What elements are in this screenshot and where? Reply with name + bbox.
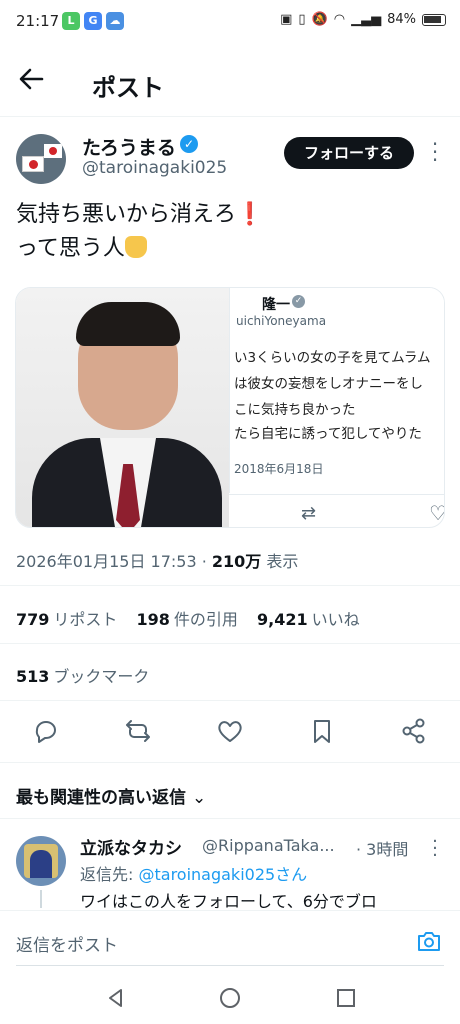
follow-button[interactable]: フォローする bbox=[284, 137, 414, 169]
thread-line bbox=[40, 890, 42, 908]
author-avatar[interactable] bbox=[16, 134, 66, 184]
signal-icon: ▁▃▅ bbox=[351, 12, 382, 27]
verified-badge-icon: ✓ bbox=[180, 135, 198, 153]
cloud-icon: ☁ bbox=[106, 12, 124, 30]
portrait-photo[interactable] bbox=[16, 288, 229, 527]
page-title: ポスト bbox=[92, 74, 164, 102]
embedded-verified-icon: ✓ bbox=[292, 295, 305, 308]
reply-author-handle[interactable]: @RippanaTaka... bbox=[202, 836, 335, 855]
embedded-handle: uichiYoneyama bbox=[236, 314, 327, 328]
share-button[interactable] bbox=[400, 717, 430, 747]
status-bar: 21:17 L G ☁ ▣ ▯ 🔕 ◠ ▁▃▅ 84% bbox=[0, 0, 460, 44]
flag-image bbox=[22, 156, 44, 172]
divider bbox=[0, 643, 460, 644]
status-time: 21:17 bbox=[16, 12, 60, 30]
post-media[interactable]: 隆一 ✓ uichiYoneyama い3くらいの女の子を見てムラム は彼女の妄… bbox=[15, 287, 445, 528]
reply-input[interactable]: 返信をポスト bbox=[16, 931, 118, 956]
raised-hand-emoji-icon bbox=[124, 236, 147, 258]
circle-home-icon bbox=[220, 988, 240, 1008]
exclamation-emoji-icon: ❗ bbox=[236, 202, 264, 227]
wifi-icon: ◠ bbox=[333, 12, 346, 27]
engagement-stats: 779 リポスト 198 件の引用 9,421 いいね bbox=[16, 606, 374, 630]
divider bbox=[0, 585, 460, 586]
composer-underline bbox=[16, 965, 444, 966]
reply-composer: 返信をポスト bbox=[0, 910, 460, 972]
repost-count[interactable]: 779 リポスト bbox=[16, 610, 117, 629]
like-count[interactable]: 9,421 いいね bbox=[257, 610, 360, 629]
repost-icon bbox=[126, 720, 150, 742]
divider bbox=[0, 818, 460, 819]
mute-icon: 🔕 bbox=[311, 12, 328, 27]
flag-image bbox=[44, 144, 62, 158]
reply-avatar-figure bbox=[30, 850, 52, 878]
embedded-text-line: い3くらいの女の子を見てムラム bbox=[234, 350, 431, 366]
post-actions bbox=[0, 715, 460, 751]
bookmark-icon bbox=[314, 720, 330, 743]
camera-icon bbox=[418, 932, 440, 951]
arrow-left-icon bbox=[19, 68, 44, 90]
hair-shape bbox=[76, 302, 180, 346]
post-text-line: 気持ち悪いから消えろ❗ bbox=[16, 202, 264, 227]
header-divider bbox=[0, 116, 460, 117]
triangle-back-icon bbox=[109, 989, 122, 1007]
reply-to-line: 返信先: @taroinagaki025さん bbox=[80, 865, 308, 884]
replies-sort-dropdown[interactable]: 最も関連性の高い返信 ⌄ bbox=[16, 783, 206, 808]
post-text-line: って思う人 bbox=[16, 232, 263, 266]
reply-time: · 3時間 bbox=[356, 840, 409, 859]
embedded-text-line: たら自宅に誘って犯してやりた bbox=[234, 426, 422, 442]
reply-to-link[interactable]: @taroinagaki025さん bbox=[138, 865, 307, 884]
author-handle[interactable]: @taroinagaki025 bbox=[82, 158, 227, 178]
bookmark-button[interactable] bbox=[308, 717, 338, 747]
repost-button[interactable] bbox=[124, 717, 154, 747]
camera-button[interactable] bbox=[416, 929, 442, 953]
bookmark-count[interactable]: 513 ブックマーク bbox=[16, 667, 149, 686]
nav-recents-button[interactable] bbox=[334, 986, 358, 1010]
system-nav-bar bbox=[0, 972, 460, 1024]
divider bbox=[0, 700, 460, 701]
quote-count[interactable]: 198 件の引用 bbox=[137, 610, 238, 629]
square-recents-icon bbox=[337, 989, 355, 1007]
bookmark-stats: 513 ブックマーク bbox=[16, 663, 163, 687]
embedded-actions: ⇄ ♡ bbox=[229, 494, 444, 527]
divider bbox=[0, 762, 460, 763]
chevron-down-icon: ⌄ bbox=[192, 788, 207, 808]
embedded-retweet-icon: ⇄ bbox=[301, 503, 317, 524]
reply-author-name[interactable]: 立派なタカシ bbox=[80, 834, 182, 859]
reply-icon bbox=[35, 721, 56, 743]
heart-icon bbox=[218, 721, 242, 742]
nfc-icon: ▣ bbox=[280, 12, 293, 27]
embedded-author-name: 隆一 bbox=[262, 297, 290, 313]
view-count: 210万 bbox=[211, 552, 262, 571]
nav-back-button[interactable] bbox=[104, 986, 128, 1010]
embedded-date: 2018年6月18日 bbox=[234, 462, 324, 476]
reply-text: ワイはこの人をフォローして、6分でブロ bbox=[80, 892, 377, 911]
reply-avatar[interactable] bbox=[16, 836, 66, 886]
status-right: ▣ ▯ 🔕 ◠ ▁▃▅ 84% bbox=[280, 12, 446, 27]
nav-home-button[interactable] bbox=[218, 986, 242, 1010]
embedded-post-screenshot[interactable]: 隆一 ✓ uichiYoneyama い3くらいの女の子を見てムラム は彼女の妄… bbox=[229, 288, 444, 493]
post-text: 気持ち悪いから消えろ❗ って思う人 bbox=[16, 198, 263, 266]
top-bar: ポスト bbox=[0, 56, 460, 108]
battery-icon bbox=[422, 13, 446, 26]
more-options-icon[interactable]: · · · bbox=[428, 134, 442, 170]
battery-percent: 84% bbox=[387, 12, 416, 27]
google-icon: G bbox=[84, 12, 102, 30]
share-icon bbox=[402, 718, 425, 744]
author-name[interactable]: たろうまる bbox=[82, 133, 176, 160]
embedded-text-line: は彼女の妄想をしオナニーをし bbox=[234, 376, 423, 392]
vibrate-icon: ▯ bbox=[298, 12, 306, 27]
back-button[interactable] bbox=[18, 66, 54, 98]
post-timestamp: 2026年01月15日 17:53 · 210万 表示 bbox=[16, 552, 299, 571]
reply-button[interactable] bbox=[32, 717, 62, 747]
line-icon: L bbox=[62, 12, 80, 30]
embedded-text-line: こに気持ち良かった bbox=[234, 402, 356, 418]
embedded-like-icon: ♡ bbox=[429, 501, 444, 525]
reply-more-options-icon[interactable]: · · · bbox=[428, 833, 442, 865]
like-button[interactable] bbox=[216, 717, 246, 747]
